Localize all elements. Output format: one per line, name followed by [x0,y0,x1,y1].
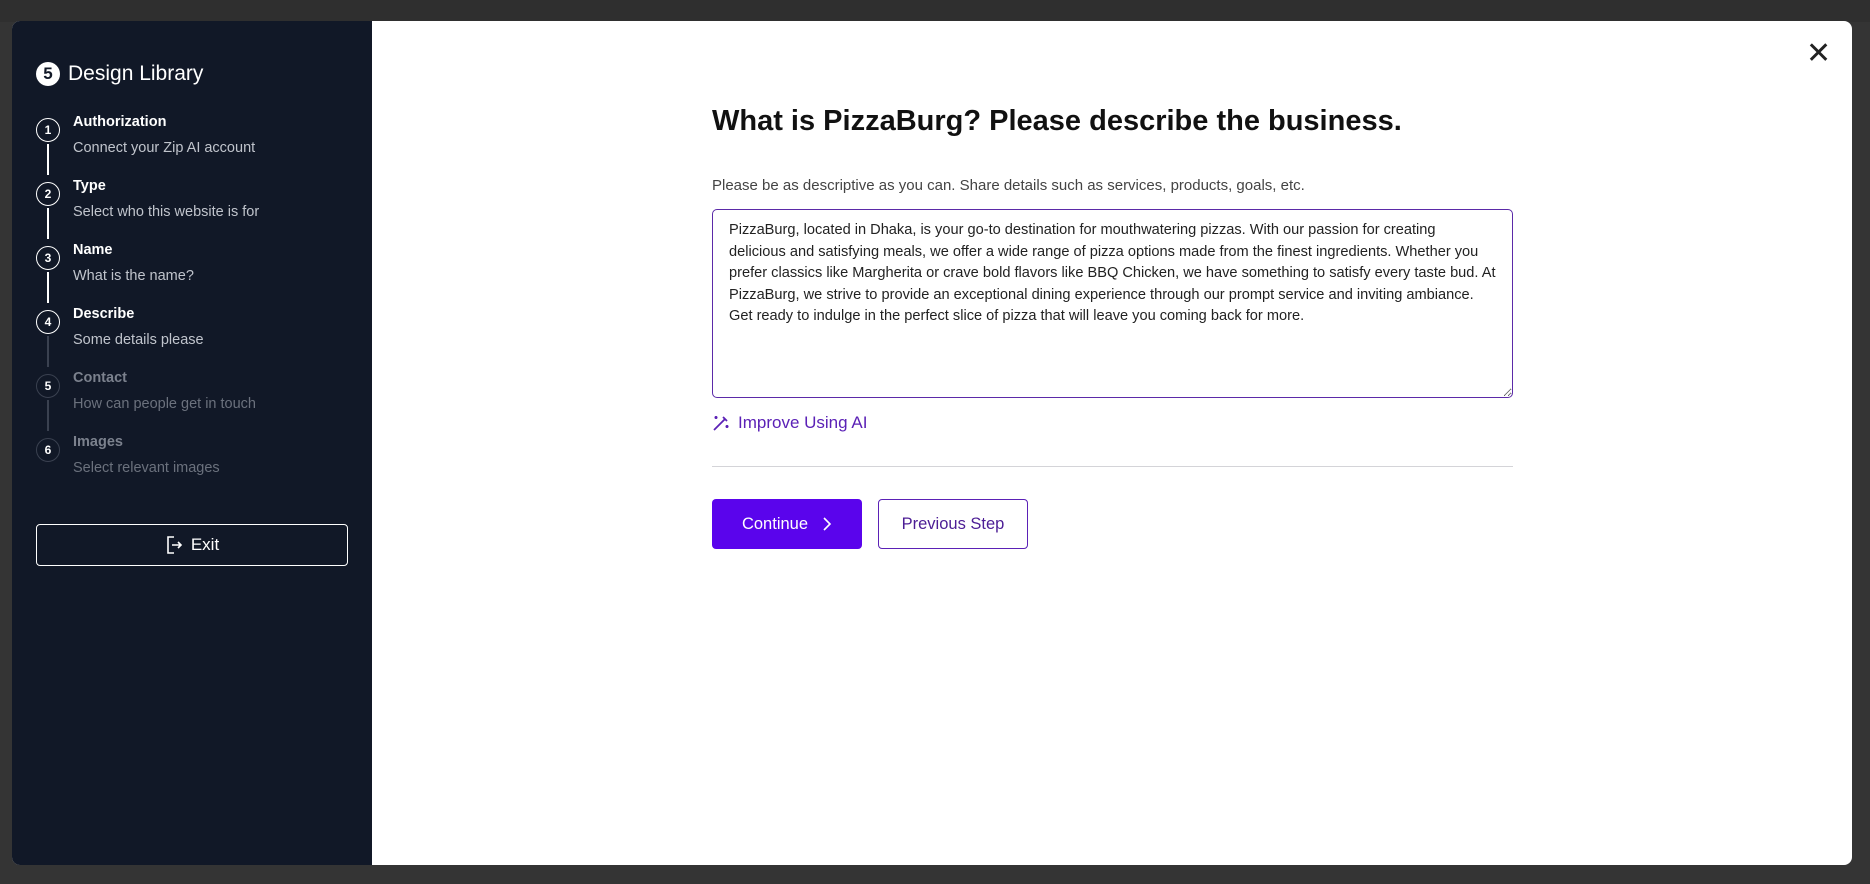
step-subtitle: How can people get in touch [73,396,256,412]
sidebar: 5 Design Library 1 Authorization Connect y… [12,21,372,865]
improve-label: Improve Using AI [738,413,868,432]
step-title: Images [73,434,123,450]
step-connector [47,400,49,431]
exit-label: Exit [190,535,220,554]
page-subtitle: Please be as descriptive as you can. Sha… [712,177,1305,194]
step-type: 2 Type Select who this website is for [36,178,260,220]
business-description-input[interactable] [712,209,1513,398]
design-library-modal: 5 Design Library 1 Authorization Connect y… [12,21,1852,865]
step-title: Type [73,178,106,194]
step-describe: 4 Describe Some details please [36,306,204,348]
step-number: 3 [36,246,60,270]
continue-label: Continue [741,514,809,533]
step-subtitle: Connect your Zip AI account [73,140,256,156]
step-connector [47,336,49,367]
step-subtitle: Select relevant images [73,460,220,476]
divider [712,466,1513,467]
step-title: Name [73,242,113,258]
step-title: Contact [73,370,127,386]
logo-icon: 5 [36,62,60,86]
step-number: 6 [36,438,60,462]
step-connector [47,144,49,175]
step-title: Authorization [73,114,167,130]
continue-button[interactable]: Continue [712,499,862,549]
step-subtitle: Some details please [73,332,204,348]
step-subtitle: Select who this website is for [73,204,260,220]
previous-step-button[interactable]: Previous Step [878,499,1028,549]
exit-icon [167,536,182,554]
page-title: What is PizzaBurg? Please describe the b… [712,105,1402,137]
step-connector [47,208,49,239]
step-connector [47,272,49,303]
step-number: 2 [36,182,60,206]
logo: 5 Design Library [36,62,203,86]
step-number: 4 [36,310,60,334]
background-toolbar [0,0,1870,22]
step-number: 1 [36,118,60,142]
exit-button[interactable]: Exit [36,524,348,566]
magic-wand-icon [713,416,729,431]
step-subtitle: What is the name? [73,268,194,284]
step-title: Describe [73,306,135,322]
close-icon[interactable]: ✕ [1806,39,1831,69]
improve-using-ai-button[interactable]: Improve Using AI [712,413,867,433]
previous-label: Previous Step [901,514,1005,533]
step-contact: 5 Contact How can people get in touch [36,370,256,412]
app-title: Design Library [68,62,204,85]
main-content: ✕ What is PizzaBurg? Please describe the… [372,21,1852,865]
step-name: 3 Name What is the name? [36,242,194,284]
step-number: 5 [36,374,60,398]
step-authorization: 1 Authorization Connect your Zip AI accoun… [36,114,256,156]
chevron-right-icon [823,517,832,531]
step-images: 6 Images Select relevant images [36,434,220,476]
